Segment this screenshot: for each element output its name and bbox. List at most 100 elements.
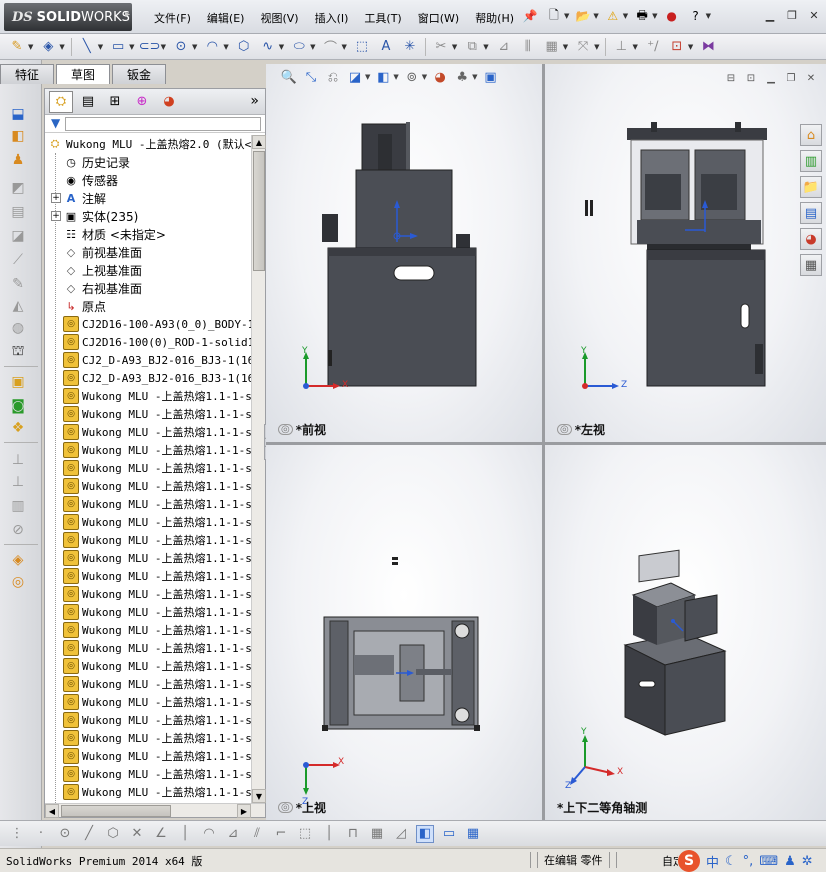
hscroll-thumb[interactable] [61, 805, 171, 817]
open-folder-icon[interactable]: 📂 [573, 6, 593, 26]
tree-item[interactable]: ◎ CJ2D16-100-A93(0_0)_BODY-1-s [51, 315, 251, 333]
convert-entities-icon[interactable]: ⧉ [463, 38, 481, 56]
curves-icon[interactable]: ◈ [8, 550, 28, 570]
revolve-boss-icon[interactable]: ◧ [8, 126, 28, 146]
tree-item[interactable]: ◎ Wukong MLU -上盖热熔1.1-1-s [51, 639, 251, 657]
rectangle-icon[interactable]: ▭ [109, 38, 127, 56]
print-icon[interactable]: 🖶 [632, 6, 652, 26]
tree-item[interactable]: ◎ Wukong MLU -上盖热熔1.1-1-s [51, 405, 251, 423]
menu-file[interactable]: 文件(F) [146, 10, 199, 26]
line-icon[interactable]: ╲ [78, 38, 96, 56]
displaymanager-icon[interactable]: ◕ [157, 91, 181, 113]
circle-tool-icon[interactable]: ⊙ [56, 825, 74, 843]
tree-horizontal-scrollbar[interactable]: ◀ ▶ [45, 803, 265, 818]
tree-item[interactable]: ◎ Wukong MLU -上盖热熔1.1-1-s [51, 603, 251, 621]
tree-item[interactable]: ◎ CJ2_D-A93_BJ2-016_BJ3-1(16_ [51, 369, 251, 387]
fillet-icon[interactable]: ⌒ [322, 38, 340, 56]
more-tabs-icon[interactable]: » [250, 93, 259, 109]
cut-extrude-icon[interactable]: ◪ [8, 226, 28, 246]
tree-item[interactable]: ◎ Wukong MLU -上盖热熔1.1-1-s [51, 495, 251, 513]
restore-icon[interactable]: ❐ [784, 8, 800, 22]
dome-icon[interactable]: ⊥ [8, 472, 28, 492]
expand-icon[interactable]: + [51, 211, 61, 221]
move-entities-icon[interactable]: ⤧ [574, 38, 592, 56]
tree-item[interactable]: + ▣ 实体(235) [51, 207, 138, 225]
moon-icon[interactable]: ☾ [725, 854, 737, 869]
tree-item[interactable]: ◎ Wukong MLU -上盖热熔1.1-1-s [51, 531, 251, 549]
expand-icon[interactable]: + [51, 193, 61, 203]
sogou-ime-icon[interactable]: S [678, 850, 700, 872]
dimension-tool-icon[interactable]: ⊓ [344, 825, 362, 843]
featuremanager-tree-icon[interactable]: ⛭ [49, 90, 73, 113]
menu-tools[interactable]: 工具(T) [356, 10, 409, 26]
cross-tool-icon[interactable]: ✕ [128, 825, 146, 843]
fillet-feature-icon[interactable]: ◍ [8, 318, 28, 338]
menu-edit[interactable]: 编辑(E) [199, 10, 253, 26]
arc-tool-icon[interactable]: ◠ [200, 825, 218, 843]
tree-item[interactable]: ◎ Wukong MLU -上盖热熔1.1-1-s [51, 783, 251, 801]
menu-view[interactable]: 视图(V) [252, 10, 306, 26]
tree-item[interactable]: ☷ 材质 <未指定> [51, 225, 166, 243]
mirror-feature-icon[interactable]: ⊘ [8, 520, 28, 540]
dimxpertmanager-icon[interactable]: ⊕ [130, 91, 154, 113]
scroll-left-icon[interactable]: ◀ [45, 804, 59, 818]
draft-icon[interactable]: ◙ [8, 396, 28, 416]
table-view-icon[interactable]: ▦ [464, 825, 482, 843]
tree-item[interactable]: ◎ Wukong MLU -上盖热熔1.1-1-s [51, 621, 251, 639]
linear-pattern-icon[interactable]: ▦ [543, 38, 561, 56]
design-library-icon[interactable]: ▥ [800, 150, 822, 172]
filter-icon[interactable]: ▼ [51, 116, 60, 130]
help-icon[interactable]: ? [686, 6, 706, 26]
tree-item[interactable]: ◎ Wukong MLU -上盖热熔1.1-1-s [51, 711, 251, 729]
smart-dimension-icon[interactable]: ◈ [39, 38, 57, 56]
tree-item[interactable]: ◎ Wukong MLU -上盖热熔1.1-1-s [51, 423, 251, 441]
tab-features[interactable]: 特征 [0, 64, 54, 84]
tree-item[interactable]: ◎ Wukong MLU -上盖热熔1.1-1-s [51, 585, 251, 603]
shell-icon[interactable]: ❖ [8, 418, 28, 438]
tree-root[interactable]: ⛭ Wukong MLU -上盖热熔2.0 (默认< [47, 135, 251, 153]
viewport-front[interactable]: 🔍 ⤡ ⎌ ◪ ▼ ◧ ▼ ⊚ ▼ ◕ ♣ ▼ ▣ Y X ◎ *前视 [266, 64, 542, 442]
view-eye-icon[interactable]: ◎ [557, 424, 572, 435]
tree-item[interactable]: ◎ Wukong MLU -上盖热熔1.1-1-s [51, 765, 251, 783]
circle-icon[interactable]: ⊙ [172, 38, 190, 56]
tree-item[interactable]: ◎ Wukong MLU -上盖热熔1.1-1-s [51, 693, 251, 711]
settings-icon[interactable]: ✲ [802, 854, 813, 869]
repair-sketch-icon[interactable]: ⁺∕ [644, 38, 662, 56]
tangent-tool-icon[interactable]: ⊿ [224, 825, 242, 843]
tab-sheet-metal[interactable]: 钣金 [112, 64, 166, 84]
scroll-down-icon[interactable]: ▼ [252, 789, 266, 803]
intersect-icon[interactable]: ▥ [8, 496, 28, 516]
tree-item[interactable]: ◎ CJ2D16-100(0)_ROD-1-solid1 [51, 333, 251, 351]
loft-icon[interactable]: ◩ [8, 178, 28, 198]
trim-icon[interactable]: ✂ [432, 38, 450, 56]
viewport-top[interactable]: X Z ◎ *上视 [266, 445, 542, 820]
minimize-icon[interactable]: ▁ [762, 8, 778, 22]
menu-insert[interactable]: 插入(I) [307, 10, 357, 26]
instant3d-icon[interactable]: ◎ [8, 572, 28, 592]
appearances-icon[interactable]: ◕ [800, 228, 822, 250]
quick-snaps-icon[interactable]: ⊡ [668, 38, 686, 56]
corner-tool-icon[interactable]: ⌐ [272, 825, 290, 843]
spline-icon[interactable]: ∿ [259, 38, 277, 56]
shaded-view-icon[interactable]: ◧ [416, 824, 434, 843]
filter-input[interactable] [65, 117, 261, 131]
ellipse-icon[interactable]: ⬭ [290, 38, 308, 56]
tab-sketch[interactable]: 草图 [56, 64, 110, 84]
polygon-icon[interactable]: ⬡ [235, 38, 253, 56]
punctuation-icon[interactable]: °, [743, 854, 754, 869]
tree-item[interactable]: ◎ Wukong MLU -上盖热熔1.1-1-s [51, 675, 251, 693]
keyboard-icon[interactable]: ⌨ [759, 854, 778, 869]
display-toggle-icon[interactable]: ▭ [440, 825, 458, 843]
tree-item[interactable]: ◎ CJ2_D-A93_BJ2-016_BJ3-1(16_ [51, 351, 251, 369]
tree-item[interactable]: ◎ Wukong MLU -上盖热熔1.1-1-s [51, 747, 251, 765]
view-eye-icon[interactable]: ◎ [278, 802, 293, 813]
viewport-iso[interactable]: Y X Z *上下二等角轴测 [545, 445, 826, 820]
tree-item[interactable]: ◇ 上视基准面 [51, 261, 142, 279]
tree-item[interactable]: ◎ Wukong MLU -上盖热熔1.1-1-s [51, 513, 251, 531]
sketch-icon[interactable]: ✎ [8, 38, 26, 56]
tree-item[interactable]: ◎ Wukong MLU -上盖热熔1.1-1-s [51, 477, 251, 495]
tree-vertical-scrollbar[interactable]: ▲ ▼ [251, 135, 266, 803]
instant2d-icon[interactable]: ⧓ [699, 38, 717, 56]
rib-icon[interactable]: ▣ [8, 372, 28, 392]
tree-item[interactable]: ◉ 传感器 [51, 171, 118, 189]
